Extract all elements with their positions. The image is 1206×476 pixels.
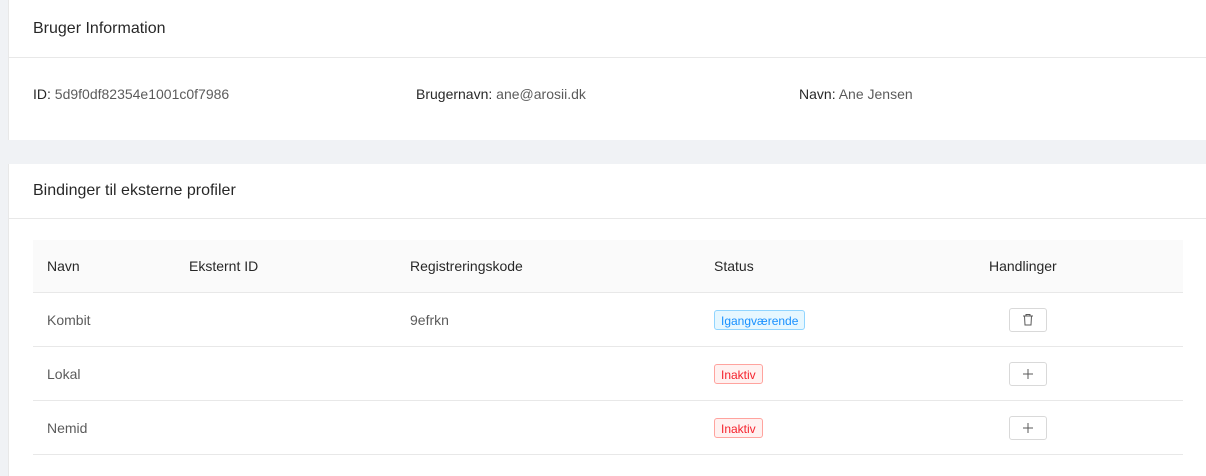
username-value: ane@arosii.dk	[496, 86, 586, 102]
page: Bruger Information ID: 5d9f0df82354e1001…	[0, 0, 1206, 476]
table-header: Navn Eksternt ID Registreringskode Statu…	[33, 240, 1183, 293]
row-actions	[989, 401, 1047, 454]
status-badge: Inaktiv	[714, 417, 763, 438]
plus-icon	[1023, 368, 1033, 379]
plus-icon	[1023, 422, 1033, 433]
row-name: Lokal	[47, 365, 81, 382]
row-status: Igangværende	[714, 293, 806, 346]
add-binding-button[interactable]	[1009, 415, 1047, 440]
full-name-value: Ane Jensen	[838, 86, 913, 102]
username-item: Brugernavn: ane@arosii.dk	[416, 86, 586, 102]
delete-icon	[1023, 314, 1033, 326]
status-badge: Inaktiv	[714, 363, 763, 384]
column-header-name: Navn	[47, 258, 80, 274]
username-label: Brugernavn	[416, 86, 489, 102]
user-id-item: ID: 5d9f0df82354e1001c0f7986	[33, 86, 229, 102]
full-name-label: Navn	[799, 86, 832, 102]
table-row: Lokal Inaktiv	[33, 347, 1183, 401]
full-name-item: Navn: Ane Jensen	[799, 86, 913, 102]
delete-binding-button[interactable]	[1009, 307, 1047, 332]
column-header-status: Status	[714, 258, 754, 274]
column-header-registration-code: Registreringskode	[410, 258, 523, 274]
table-row: Kombit 9efrkn Igangværende	[33, 293, 1183, 347]
user-id-separator: :	[47, 86, 51, 102]
row-name: Kombit	[47, 311, 91, 328]
row-actions	[989, 293, 1047, 346]
bindings-table: Navn Eksternt ID Registreringskode Statu…	[33, 240, 1183, 455]
add-binding-button[interactable]	[1009, 361, 1047, 386]
user-info-card: Bruger Information ID: 5d9f0df82354e1001…	[8, 0, 1206, 140]
user-info-details: ID: 5d9f0df82354e1001c0f7986 Brugernavn:…	[33, 86, 1206, 106]
status-badge: Igangværende	[714, 309, 806, 330]
row-name: Nemid	[47, 419, 88, 436]
row-registration-code: 9efrkn	[410, 311, 449, 328]
external-bindings-card: Bindinger til eksterne profiler Navn Eks…	[8, 164, 1206, 476]
username-separator: :	[488, 86, 493, 102]
user-id-value: 5d9f0df82354e1001c0f7986	[54, 86, 230, 102]
row-status: Inaktiv	[714, 347, 763, 400]
user-id-label: ID	[33, 86, 47, 102]
row-actions	[989, 347, 1047, 400]
column-header-external-id: Eksternt ID	[189, 258, 259, 274]
row-status: Inaktiv	[714, 401, 763, 454]
external-bindings-title: Bindinger til eksterne profiler	[9, 164, 1206, 219]
column-header-actions: Handlinger	[989, 258, 1057, 274]
table-row: Nemid Inaktiv	[33, 401, 1183, 455]
full-name-separator: :	[831, 86, 836, 102]
user-info-title: Bruger Information	[9, 0, 1206, 58]
